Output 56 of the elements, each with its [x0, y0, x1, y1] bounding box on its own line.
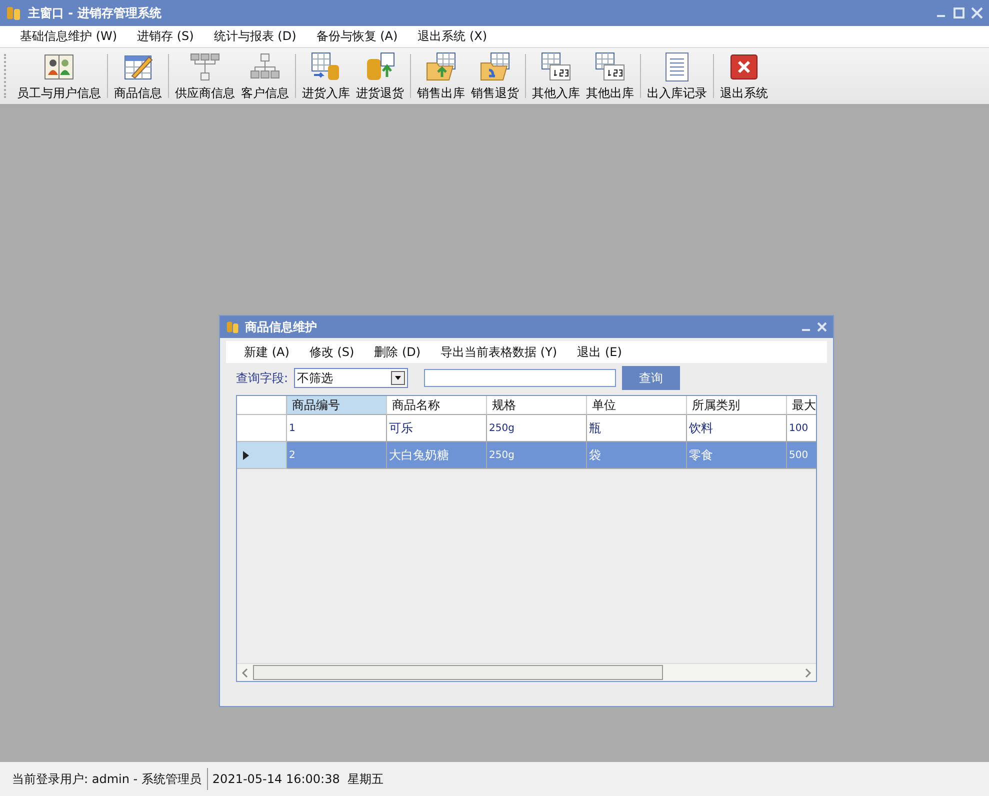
filter-dropdown[interactable]: 不筛选 [294, 368, 408, 388]
toolbar-button[interactable]: 退出系统 [717, 48, 771, 104]
toolbar-button[interactable]: 供应商信息 [172, 48, 238, 104]
menu-item[interactable]: 导出当前表格数据 (Y) [430, 344, 568, 360]
row-header[interactable] [237, 415, 287, 442]
menu-item[interactable]: 退出系统 (X) [408, 28, 498, 45]
close-icon[interactable] [971, 7, 983, 19]
menu-item[interactable]: 统计与报表 (D) [204, 28, 306, 45]
search-button[interactable]: 查询 [622, 366, 680, 390]
toolbar-button[interactable]: 销售退货 [468, 48, 522, 104]
window-title: 商品信息维护 [245, 318, 317, 336]
menu-item[interactable]: 基础信息维护 (W) [10, 28, 128, 45]
folder-table-icon [425, 50, 457, 82]
menu-item[interactable]: 修改 (S) [299, 344, 364, 360]
toolbar-button[interactable]: 其他入库 [529, 48, 583, 104]
table-cell: 大白兔奶糖 [387, 442, 487, 469]
corner-header [237, 396, 287, 415]
table-cell: 250g [487, 442, 587, 469]
menu-item[interactable]: 进销存 (S) [127, 28, 204, 45]
toolbar-button[interactable]: 客户信息 [238, 48, 292, 104]
cylinder-table-icon [364, 50, 396, 82]
table-cell: 袋 [587, 442, 687, 469]
table-cell: 2 [287, 442, 387, 469]
status-text: 当前登录用户: admin - 系统管理员 [12, 770, 202, 788]
current-row-icon [243, 450, 249, 460]
toolbar-button[interactable]: 员工与用户信息 [14, 48, 104, 104]
column-header[interactable]: 商品编号 [287, 396, 387, 415]
toolbar-button[interactable]: 进货入库 [299, 48, 353, 104]
toolbar-button[interactable]: 销售出库 [414, 48, 468, 104]
app-icon [226, 320, 240, 334]
search-field[interactable] [424, 369, 616, 387]
scrollbar-thumb[interactable] [253, 665, 663, 680]
folder-table-return-icon [479, 50, 511, 82]
menu-item[interactable]: 新建 (A) [234, 344, 300, 360]
window-title: 主窗口 - 进销存管理系统 [28, 4, 162, 22]
table-cell: 零食 [687, 442, 787, 469]
dropdown-icon [391, 371, 406, 385]
toolbar-button[interactable]: 其他出库 [583, 48, 637, 104]
toolbar-button[interactable]: 商品信息 [111, 48, 165, 104]
toolbar-button[interactable]: 进货退货 [353, 48, 407, 104]
table-numbers-icon [540, 50, 572, 82]
query-label: 查询字段: [236, 370, 288, 386]
row-header[interactable] [237, 442, 287, 469]
table-cell: 500 [787, 442, 816, 469]
menu-item[interactable]: 删除 (D) [364, 344, 431, 360]
tree-icon [189, 50, 221, 82]
horizontal-scrollbar[interactable] [237, 663, 816, 681]
maximize-icon[interactable] [953, 7, 965, 19]
table-cylinder-icon [310, 50, 342, 82]
close-icon[interactable] [817, 322, 827, 332]
toolbar-button[interactable]: 出入库记录 [644, 48, 710, 104]
numbers-table-icon [594, 50, 626, 82]
menu-item[interactable]: 备份与恢复 (A) [306, 28, 408, 45]
menu-item[interactable]: 退出 (E) [567, 344, 632, 360]
status-text: 2021-05-14 16:00:38 星期五 [207, 768, 390, 790]
app-icon [6, 5, 22, 21]
